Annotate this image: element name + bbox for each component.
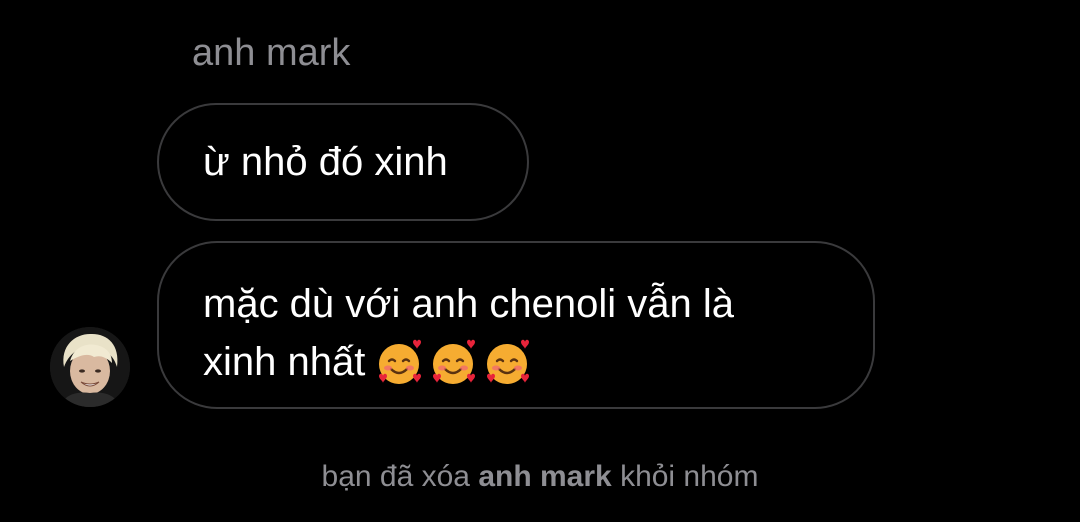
- emoji-group: [373, 336, 533, 388]
- message-text-line-2: xinh nhất: [203, 333, 829, 391]
- system-message: bạn đã xóa anh mark khỏi nhóm: [0, 457, 1080, 497]
- message-text: ừ nhỏ đó xinh: [203, 139, 448, 184]
- message-text: xinh nhất: [203, 340, 366, 384]
- avatar-photo: [50, 327, 130, 407]
- message-bubble[interactable]: ừ nhỏ đó xinh: [157, 103, 529, 221]
- smiling-face-with-hearts-icon: [427, 336, 479, 388]
- smiling-face-with-hearts-icon: [481, 336, 533, 388]
- message-text-line-1: mặc dù với anh chenoli vẫn là: [203, 282, 734, 326]
- system-message-name[interactable]: anh mark: [478, 460, 611, 493]
- message-bubble[interactable]: mặc dù với anh chenoli vẫn là xinh nhất: [157, 241, 875, 409]
- system-message-suffix: khỏi nhóm: [620, 460, 759, 493]
- smiling-face-with-hearts-icon: [373, 336, 425, 388]
- system-message-prefix: bạn đã xóa: [321, 460, 470, 493]
- avatar[interactable]: [50, 327, 130, 407]
- sender-name: anh mark: [192, 32, 351, 74]
